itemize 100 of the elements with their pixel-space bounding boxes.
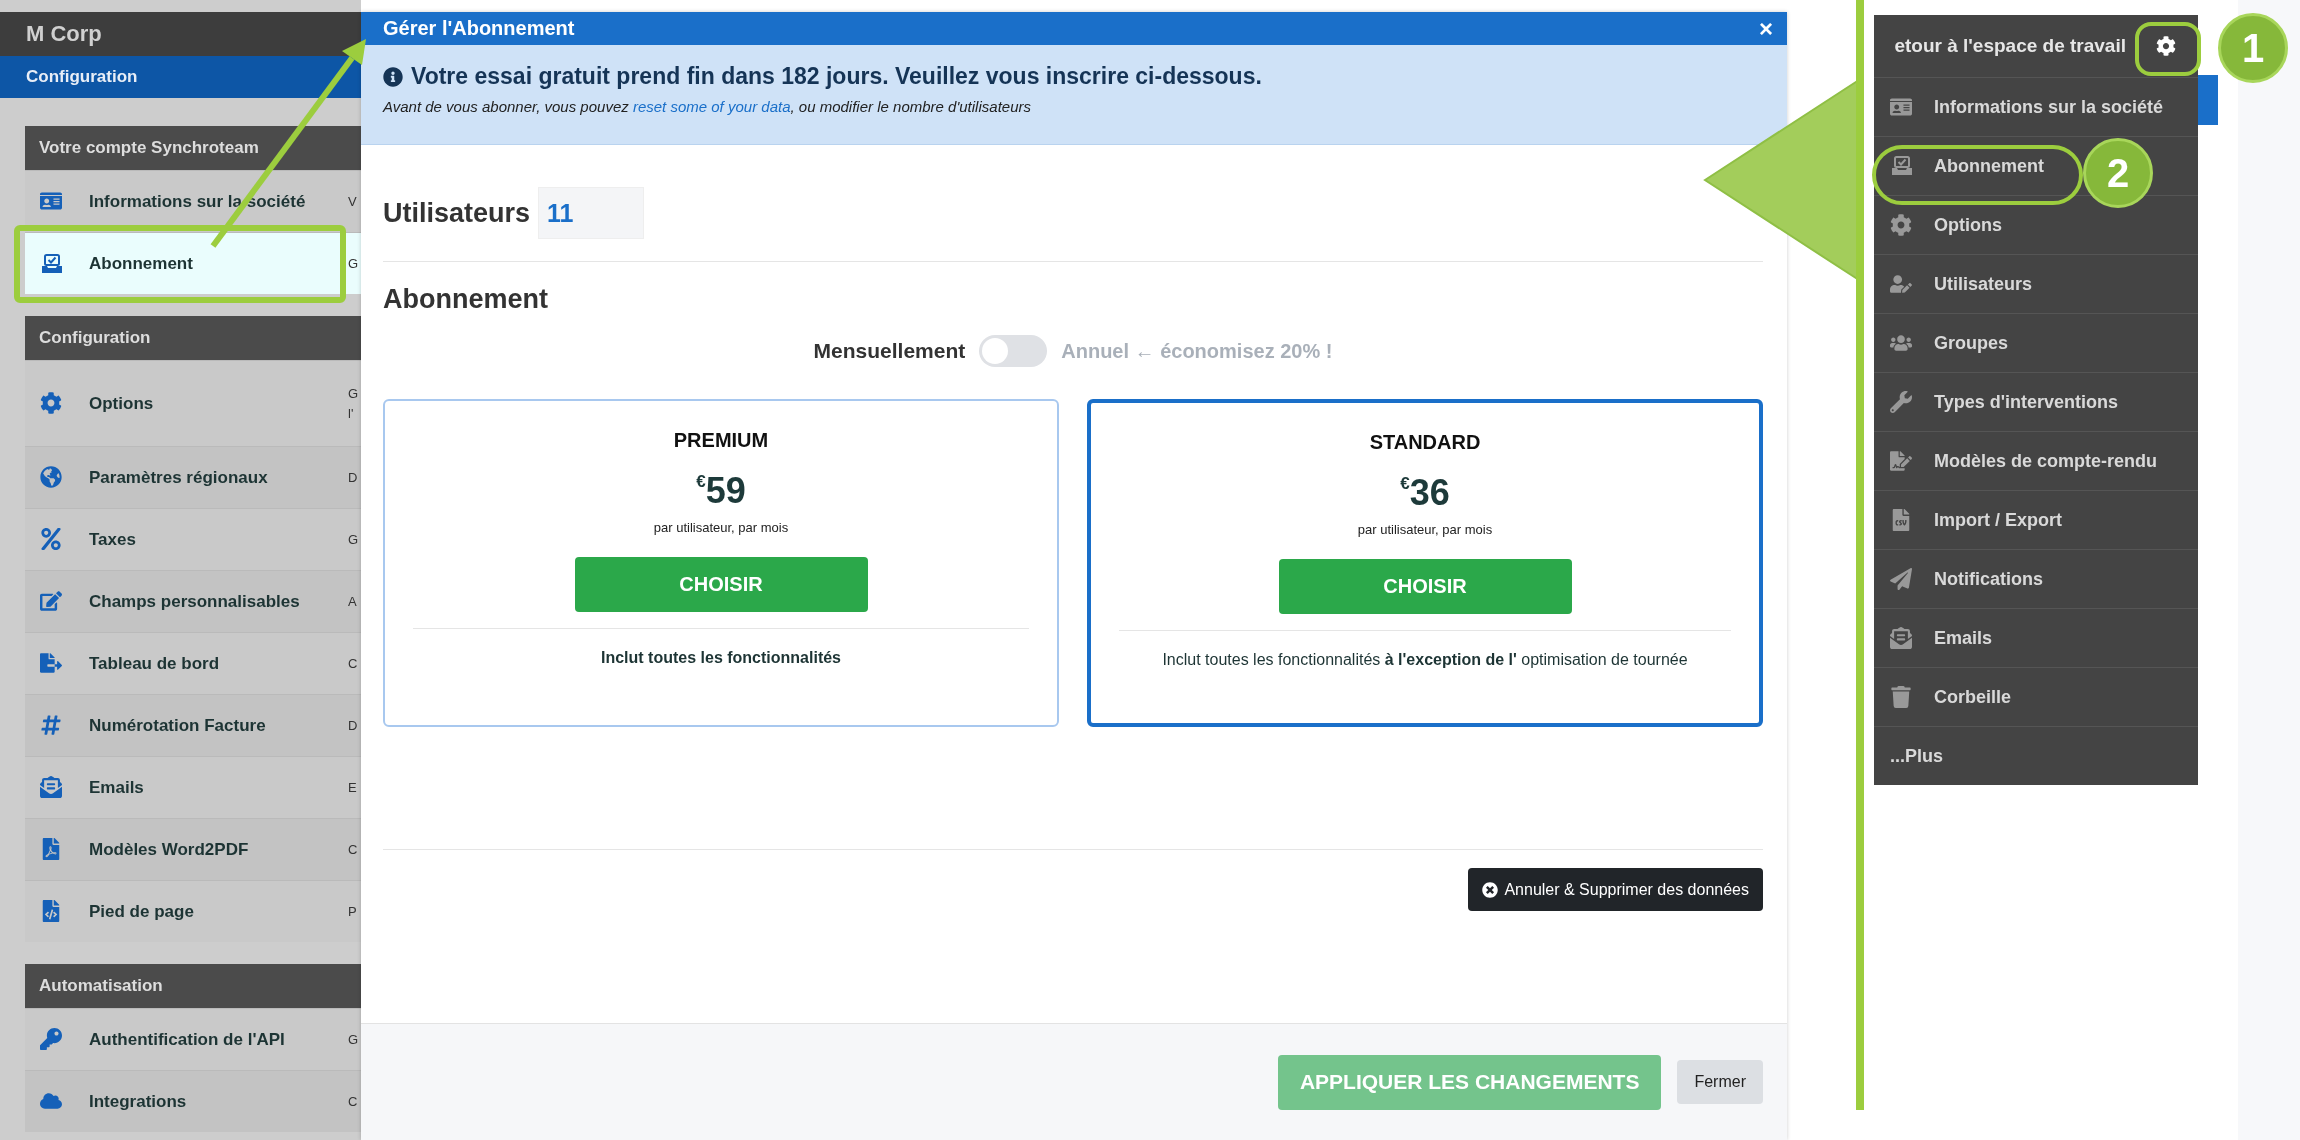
sidebar-item-label: Abonnement <box>89 253 194 274</box>
file-arrow-icon <box>40 651 62 674</box>
sidebar-item[interactable]: Paramètres régionaux D <box>25 446 361 508</box>
sidebar-item[interactable]: Abonnement G <box>25 232 361 294</box>
menu-item-label: Groupes <box>1934 332 2008 354</box>
menu-item-label: ...Plus <box>1890 745 1943 767</box>
sidebar-item-label: Tableau de bord <box>89 653 221 674</box>
id-card-icon <box>40 189 62 212</box>
menu-item-label: Modèles de compte-rendu <box>1934 450 2158 472</box>
code-file-icon <box>40 899 62 922</box>
sidebar-item[interactable]: Integrations C <box>25 1070 361 1132</box>
menu-item-label: Informations sur la société <box>1934 96 2164 118</box>
percent-icon <box>40 527 62 550</box>
back-to-workspace-link[interactable]: etour à l'espace de travail <box>1894 35 2126 57</box>
monthly-label: Mensuellement <box>813 339 966 363</box>
sidebar-item-description: C <box>348 1092 359 1111</box>
sidebar-item-label: Options <box>89 393 155 414</box>
close-dialog-button[interactable]: Fermer <box>1677 1060 1763 1104</box>
panel-header: Configuration <box>25 316 361 360</box>
tray-check-icon <box>1890 154 1914 178</box>
sidebar-item[interactable]: Options G l' <box>25 360 361 446</box>
sidebar-item[interactable]: Modèles Word2PDF C <box>25 818 361 880</box>
sidebar-item[interactable]: Emails E <box>25 756 361 818</box>
menu-item[interactable]: Import / Export <box>1874 490 2198 549</box>
sidebar-item-description: V <box>348 192 358 211</box>
sidebar-item-description: G l' <box>348 385 360 423</box>
step-number-badge: 1 <box>2218 13 2288 83</box>
plan-card[interactable]: STANDARD $^{€}$36 par utilisateur, par mois CHOISIR Inclut toutes les fonctionnalités à l'exception de l' optimisation de tournée <box>1087 399 1763 727</box>
sidebar-item[interactable]: Pied de page P <box>25 880 361 942</box>
menu-item-label: Utilisateurs <box>1934 273 2033 295</box>
settings-icon <box>2156 36 2176 56</box>
sidebar-item-label: Numérotation Facture <box>89 715 267 736</box>
id-card-icon <box>1890 96 1912 118</box>
sidebar-item[interactable]: Authentification de l'API G <box>25 1008 361 1070</box>
sidebar-item-label: Modèles Word2PDF <box>89 839 250 860</box>
sidebar-item[interactable]: Numérotation Facture D <box>25 694 361 756</box>
plan-name: STANDARD <box>1369 431 1481 454</box>
alert-text: Avant de vous abonner, vous pouvez reset some of your data, ou modifier le nombre d'utilisateurs <box>383 98 1032 115</box>
billing-toggle[interactable] <box>979 335 1048 367</box>
users-count-field[interactable]: 11 <box>538 187 645 239</box>
sidebar-item-label: Emails <box>89 777 145 798</box>
sidebar-item-description: C <box>348 840 359 859</box>
menu-item[interactable]: Modèles de compte-rendu <box>1874 431 2198 490</box>
dialog-title: Gérer l'Abonnement <box>383 17 575 40</box>
panel-header: Automatisation <box>25 964 361 1008</box>
plan-card[interactable]: PREMIUM $^{€}$59 par utilisateur, par mois CHOISIR Inclut toutes les fonctionnalités <box>383 399 1059 727</box>
panel-header: Votre compte Synchroteam <box>25 126 361 170</box>
menu-item-label: Notifications <box>1934 568 2043 590</box>
menu-item[interactable]: Corbeille <box>1874 667 2198 726</box>
reset-data-link[interactable]: reset some of your data <box>632 98 791 115</box>
menu-item[interactable]: Utilisateurs <box>1874 254 2198 313</box>
trash-icon <box>1890 686 1912 708</box>
sidebar-item-label: Authentification de l'API <box>89 1029 286 1050</box>
menu-item[interactable]: Notifications <box>1874 549 2198 608</box>
users-label: Utilisateurs <box>383 197 531 229</box>
close-button[interactable]: × <box>1759 16 1773 41</box>
wrench-icon <box>1890 391 1912 413</box>
menu-item[interactable]: Types d'interventions <box>1874 372 2198 431</box>
plan-price: $^{€}$59 <box>696 470 746 512</box>
annual-label: Annuel ← économisez 20% ! <box>1061 339 1333 363</box>
info-icon <box>383 66 403 87</box>
plan-features: Inclut toutes les fonctionnalités <box>601 649 841 667</box>
key-icon <box>40 1027 62 1050</box>
menu-item-label: Import / Export <box>1934 509 2062 531</box>
sidebar-item-description: D <box>348 716 359 735</box>
sidebar-item-label: Integrations <box>89 1091 188 1112</box>
csv-file-icon <box>1890 509 1912 531</box>
company-name: M Corp <box>0 12 361 56</box>
menu-item[interactable]: Emails <box>1874 608 2198 667</box>
user-pen-icon <box>1890 273 1912 295</box>
sidebar-item-description: G <box>348 530 360 549</box>
tray-check-icon <box>40 251 64 276</box>
sidebar-item-label: Paramètres régionaux <box>89 467 269 488</box>
envelope-icon <box>1890 627 1912 649</box>
menu-item-label: Corbeille <box>1934 686 2012 708</box>
section-title-bar: Configuration <box>0 56 361 98</box>
people-icon <box>1890 332 1912 354</box>
alert-headline: Votre essai gratuit prend fin dans 182 jours. Veuillez vous inscrire ci-dessous. <box>411 63 1262 90</box>
sidebar-item-label: Champs personnalisables <box>89 591 301 612</box>
menu-item-label: Emails <box>1934 627 1993 649</box>
cancel-delete-button[interactable]: Annuler & Supprimer des données <box>1468 868 1763 911</box>
plan-name: PREMIUM <box>673 429 769 452</box>
price-unit: par utilisateur, par mois <box>1357 522 1493 537</box>
hash-icon <box>40 713 62 736</box>
sidebar-item-description: D <box>348 468 359 487</box>
highlight-frame <box>2135 22 2201 76</box>
file-signature-icon <box>1890 450 1912 472</box>
sidebar-item[interactable]: Taxes G <box>25 508 361 570</box>
plan-price: $^{€}$36 <box>1400 472 1450 514</box>
menu-item[interactable]: ...Plus <box>1874 726 2198 785</box>
menu-item[interactable]: Groupes <box>1874 313 2198 372</box>
settings-icon <box>40 391 62 414</box>
sidebar-item-description: A <box>348 592 358 611</box>
sidebar-item[interactable]: Champs personnalisables A <box>25 570 361 632</box>
menu-item-label: Abonnement <box>1934 155 2044 177</box>
envelope-icon <box>40 775 62 798</box>
subscription-heading: Abonnement <box>383 284 549 315</box>
sidebar-item-label: Pied de page <box>89 901 195 922</box>
menu-item[interactable]: Informations sur la société <box>1874 77 2198 136</box>
sidebar-item[interactable]: Tableau de bord C <box>25 632 361 694</box>
